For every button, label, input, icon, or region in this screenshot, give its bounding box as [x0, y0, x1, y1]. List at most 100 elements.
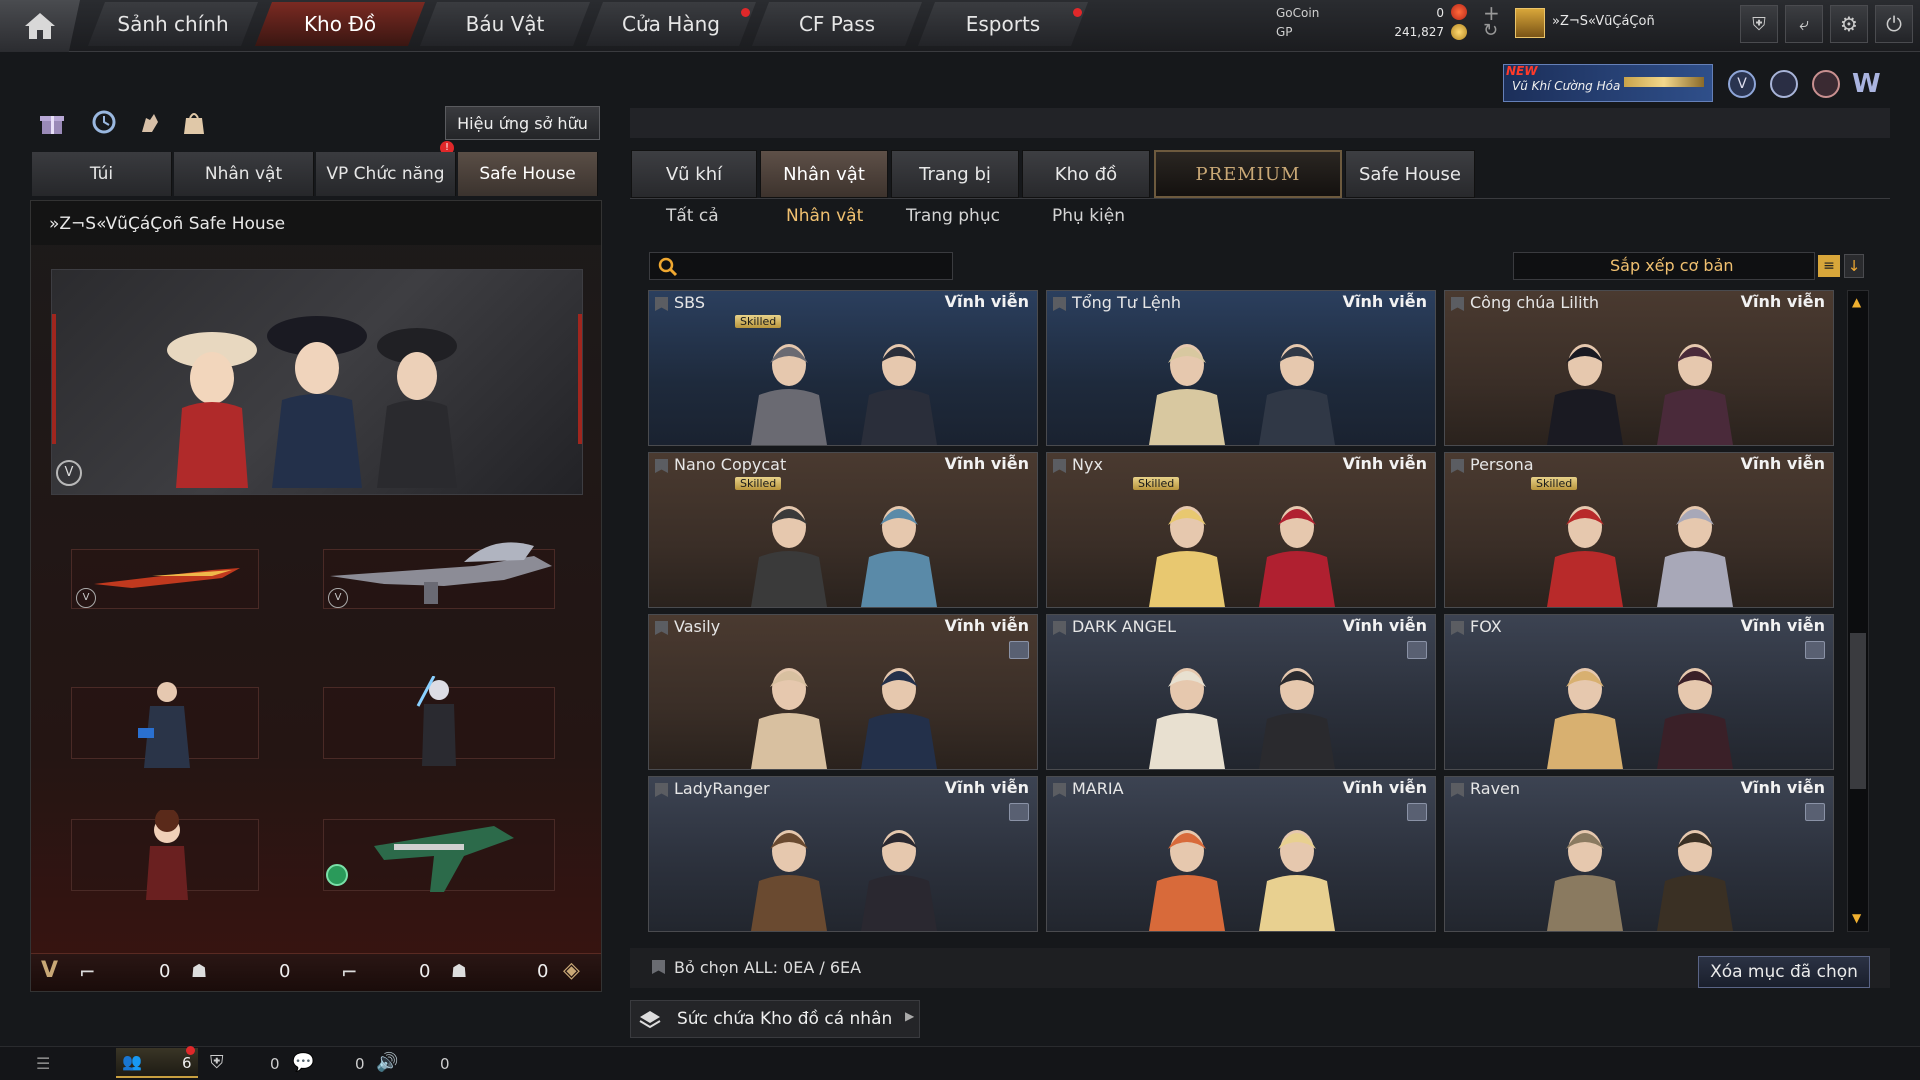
item-duration: Vĩnh viễn [944, 616, 1029, 635]
vip-v-icon[interactable]: V [1728, 70, 1756, 98]
character-slot-3[interactable] [71, 810, 259, 900]
nav-tab-2[interactable]: Báu Vật [420, 2, 590, 46]
nav-tab-label: Sảnh chính [117, 12, 229, 36]
ownership-effect-button[interactable]: Hiệu ứng sở hữu [445, 106, 600, 140]
settings-button[interactable]: ⚙ [1830, 5, 1868, 43]
item-card[interactable]: Vasily Vĩnh viễn [648, 614, 1038, 770]
item-card[interactable]: MARIA Vĩnh viễn [1046, 776, 1436, 932]
bookmark-icon[interactable] [652, 960, 665, 974]
menu-icon[interactable]: ≡ [1818, 255, 1840, 277]
character-slot-1[interactable] [71, 682, 259, 768]
bookmark-icon[interactable] [655, 459, 668, 473]
home-button[interactable] [0, 0, 80, 52]
item-card[interactable]: Persona Vĩnh viễn Skilled [1444, 452, 1834, 608]
hand-icon[interactable] [136, 108, 164, 136]
layers-icon [639, 1011, 661, 1029]
right-tab-1[interactable]: Nhân vật [760, 150, 888, 198]
refresh-icon[interactable]: ↻ [1483, 20, 1498, 41]
ring-event-icon[interactable] [1812, 70, 1840, 98]
promo-banner[interactable]: NEW Vũ Khí Cường Hóa [1503, 64, 1713, 102]
item-card[interactable]: LadyRanger Vĩnh viễn [648, 776, 1038, 932]
item-card[interactable]: SBS Vĩnh viễn Skilled [648, 290, 1038, 446]
character-pair-image [1547, 830, 1733, 931]
bookmark-icon[interactable] [655, 621, 668, 635]
clan-button[interactable]: ⛨ [1740, 5, 1778, 43]
list-icon[interactable]: ☰ [36, 1054, 50, 1073]
primary-weapon-slot[interactable]: V [323, 542, 555, 609]
right-tab-3[interactable]: Kho đồ [1022, 150, 1150, 198]
left-tab-0[interactable]: Túi [32, 152, 172, 196]
right-tab-4[interactable]: PREMIUM [1154, 150, 1342, 198]
item-card[interactable]: Raven Vĩnh viễn [1444, 776, 1834, 932]
delete-selected-button[interactable]: Xóa mục đã chọn [1698, 956, 1870, 988]
exit-room-button[interactable]: ⤶ [1785, 5, 1823, 43]
player-name[interactable]: »Z¬S«VũÇáÇoñ [1552, 14, 1655, 29]
grid-scrollbar[interactable]: ▲ ▼ [1847, 290, 1869, 932]
character-slot-2[interactable] [323, 676, 555, 766]
bookmark-icon[interactable] [655, 297, 668, 311]
globe-event-icon[interactable] [1770, 70, 1798, 98]
bookmark-icon[interactable] [1053, 459, 1066, 473]
item-duration: Vĩnh viễn [944, 778, 1029, 797]
bookmark-icon[interactable] [1451, 459, 1464, 473]
bag-icon[interactable] [180, 108, 208, 136]
gp-label: GP [1276, 25, 1293, 39]
lock-icon [1407, 641, 1427, 659]
nav-tab-label: CF Pass [798, 12, 876, 36]
subtab-2[interactable]: Trang phục [906, 206, 1000, 236]
bookmark-icon[interactable] [1451, 621, 1464, 635]
search-box[interactable] [649, 252, 953, 280]
item-card[interactable]: Công chúa Lilith Vĩnh viễn [1444, 290, 1834, 446]
nav-tab-0[interactable]: Sảnh chính [88, 2, 258, 46]
right-tab-5[interactable]: Safe House [1345, 150, 1475, 198]
nav-tab-3[interactable]: Cửa Hàng [586, 2, 756, 46]
subtab-1[interactable]: Nhân vật [786, 206, 863, 236]
bookmark-icon[interactable] [1451, 297, 1464, 311]
item-card[interactable]: FOX Vĩnh viễn [1444, 614, 1834, 770]
item-card[interactable]: Tổng Tư Lệnh Vĩnh viễn [1046, 290, 1436, 446]
capacity-button[interactable]: Sức chứa Kho đồ cá nhân ▶ [630, 1000, 920, 1038]
w-logo-icon[interactable]: W [1852, 70, 1886, 98]
friends-tab[interactable]: 👥 6 [116, 1046, 198, 1078]
melee-slot[interactable]: V [71, 549, 259, 609]
subtab-3[interactable]: Phụ kiện [1052, 206, 1125, 236]
scroll-down-icon[interactable]: ▼ [1852, 911, 1861, 925]
skilled-badge: Skilled [735, 477, 782, 490]
scroll-up-icon[interactable]: ▲ [1852, 295, 1861, 309]
left-tab-3[interactable]: Safe House [458, 152, 598, 196]
scroll-thumb[interactable] [1850, 633, 1866, 789]
character-showcase[interactable]: V [51, 269, 583, 495]
item-name: Công chúa Lilith [1470, 293, 1599, 312]
bookmark-icon[interactable] [1053, 297, 1066, 311]
left-tab-2[interactable]: VP Chức năng [316, 152, 456, 196]
sort-dropdown[interactable]: Sắp xếp cơ bản ≡ [1513, 252, 1840, 280]
clan-shield-icon[interactable]: ⛨ [210, 1052, 224, 1073]
power-button[interactable]: ⏻ [1875, 5, 1913, 43]
notification-dot [186, 1046, 195, 1055]
bonus-icon [326, 864, 348, 886]
bookmark-icon[interactable] [1053, 621, 1066, 635]
sort-direction-icon[interactable]: ↓ [1844, 254, 1864, 278]
item-card[interactable]: Nano Copycat Vĩnh viễn Skilled [648, 452, 1038, 608]
bookmark-icon[interactable] [655, 783, 668, 797]
search-input[interactable] [684, 255, 944, 277]
chat-icon[interactable]: 💬 [292, 1052, 314, 1073]
right-tab-2[interactable]: Trang bị [891, 150, 1019, 198]
bookmark-icon[interactable] [1053, 783, 1066, 797]
subtab-0[interactable]: Tất cả [666, 206, 719, 236]
nav-tab-1[interactable]: Kho Đồ [255, 2, 425, 46]
left-tab-1[interactable]: Nhân vật [174, 152, 314, 196]
character-slot-4[interactable] [323, 819, 555, 892]
nav-tab-4[interactable]: CF Pass [752, 2, 922, 46]
bookmark-icon[interactable] [1451, 783, 1464, 797]
item-card[interactable]: DARK ANGEL Vĩnh viễn [1046, 614, 1436, 770]
right-tab-0[interactable]: Vũ khí [631, 150, 757, 198]
history-icon[interactable] [90, 108, 118, 136]
speaker-icon[interactable]: 🔊 [376, 1052, 398, 1073]
nav-badge-dot [741, 8, 750, 17]
nav-tab-5[interactable]: Esports [918, 2, 1088, 46]
item-card[interactable]: Nyx Vĩnh viễn Skilled [1046, 452, 1436, 608]
gift-icon[interactable] [38, 108, 66, 136]
item-name: Persona [1470, 455, 1534, 474]
deselect-all-label[interactable]: Bỏ chọn ALL: 0EA / 6EA [674, 958, 861, 977]
